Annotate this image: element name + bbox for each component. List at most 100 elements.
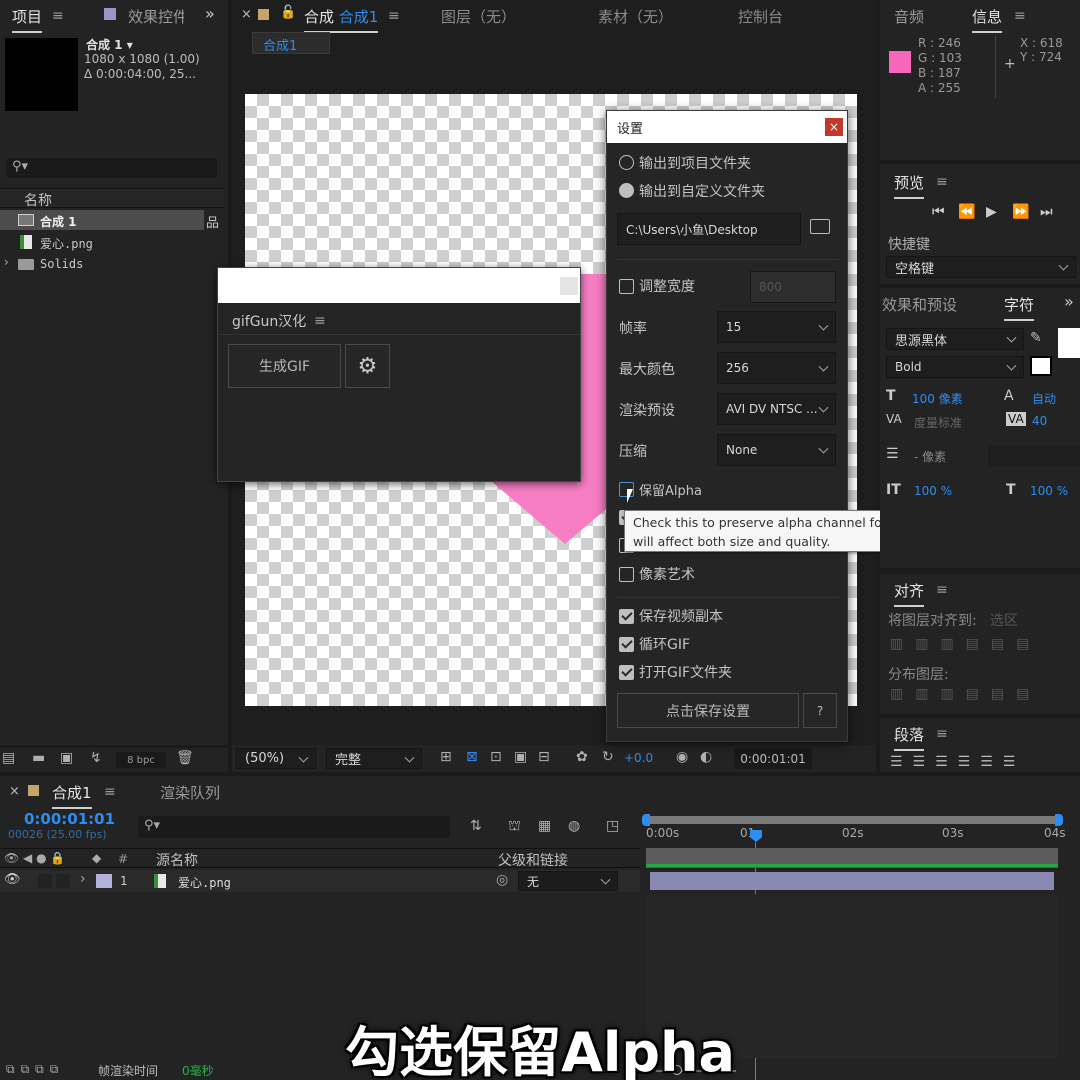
loop-gif-checkbox[interactable]: [619, 637, 634, 652]
quality-select[interactable]: 完整: [326, 748, 422, 769]
zoom-select[interactable]: (50%): [236, 748, 316, 769]
leading-value[interactable]: 自动: [1032, 390, 1056, 407]
horizontal-scale-value[interactable]: 100 %: [1030, 484, 1068, 498]
exposure-value[interactable]: +0.0: [624, 751, 653, 765]
work-area-bar[interactable]: [646, 816, 1058, 824]
flowchart-icon[interactable]: 品: [206, 212, 219, 231]
snapshot-icon[interactable]: ◐: [700, 749, 712, 765]
timeline-search[interactable]: ⚲▾: [138, 816, 450, 838]
timeline-timecode[interactable]: 0:00:01:01: [24, 810, 115, 828]
new-folder-icon[interactable]: ▬: [32, 750, 45, 766]
radio-custom-folder[interactable]: [619, 183, 634, 198]
pixel-art-checkbox[interactable]: [619, 567, 634, 582]
tab-character[interactable]: 字符: [1004, 294, 1035, 321]
fill-color-swatch[interactable]: [1058, 328, 1080, 358]
help-button[interactable]: ?: [803, 693, 837, 728]
close-icon[interactable]: ×: [241, 7, 252, 22]
align-to-value[interactable]: 选区: [990, 610, 1018, 630]
resize-checkbox[interactable]: [619, 279, 634, 294]
mask-icon[interactable]: ⊡: [490, 749, 502, 765]
last-frame-icon[interactable]: ⏭: [1040, 204, 1053, 220]
comp-breadcrumb[interactable]: 合成1: [252, 32, 330, 54]
tab-console[interactable]: 控制台: [738, 6, 783, 27]
radio-project-folder[interactable]: [619, 155, 634, 170]
camera-icon[interactable]: ◉: [676, 749, 688, 765]
max-colors-select[interactable]: 256: [717, 352, 836, 384]
interpret-footage-icon[interactable]: ▤: [2, 750, 15, 766]
menu-icon[interactable]: ≡: [936, 174, 948, 190]
comp-flowchart-icon[interactable]: ⇅: [470, 818, 482, 834]
solo-box[interactable]: [38, 874, 52, 888]
gifgun-titlebar[interactable]: [218, 268, 580, 303]
gifgun-settings-button[interactable]: ⚙: [345, 344, 390, 388]
new-comp-icon[interactable]: ▣: [60, 750, 73, 766]
save-settings-button[interactable]: 点击保存设置: [617, 693, 799, 728]
vertical-scale-value[interactable]: 100 %: [914, 484, 952, 498]
tab-render-queue[interactable]: 渲染队列: [160, 782, 220, 803]
project-item-folder[interactable]: › Solids: [0, 254, 224, 274]
menu-icon[interactable]: ≡: [936, 582, 948, 598]
project-item-comp[interactable]: 合成 1: [0, 210, 204, 230]
bpc-badge[interactable]: 8 bpc: [116, 752, 166, 768]
eyedropper-icon[interactable]: ✎: [1030, 330, 1042, 346]
resize-width-field[interactable]: 800: [750, 271, 836, 303]
tab-project[interactable]: 项目: [12, 6, 43, 33]
overflow-icon[interactable]: »: [205, 4, 215, 23]
trash-icon[interactable]: 🗑: [176, 750, 194, 766]
work-area-end[interactable]: [1055, 814, 1063, 826]
layer-name[interactable]: 爱心.png: [178, 874, 231, 891]
next-frame-icon[interactable]: ⏩: [1012, 204, 1029, 220]
transparency-grid-icon[interactable]: ⊠: [466, 749, 478, 765]
col-source-name[interactable]: 源名称: [156, 850, 198, 870]
grid-icon[interactable]: ⊟: [538, 749, 550, 765]
tab-effect-controls[interactable]: 效果控件: [128, 6, 184, 27]
tab-audio[interactable]: 音频: [894, 6, 924, 27]
parent-select[interactable]: 无: [518, 871, 618, 891]
menu-icon[interactable]: ≡: [314, 313, 326, 329]
layer-duration-bar[interactable]: [650, 872, 1054, 890]
compression-select[interactable]: None: [717, 434, 836, 466]
prev-frame-icon[interactable]: ⏪: [958, 204, 975, 220]
region-icon[interactable]: ⊞: [440, 749, 452, 765]
frame-blend-icon[interactable]: ▦: [538, 818, 551, 834]
distribute-icons-row[interactable]: ▥▥▥▤▤▤: [890, 686, 1041, 702]
first-frame-icon[interactable]: ⏮: [932, 204, 945, 220]
open-folder-checkbox[interactable]: [619, 665, 634, 680]
stroke-width-value[interactable]: - 像素: [914, 448, 946, 465]
expand-icon[interactable]: ›: [4, 255, 9, 269]
motion-blur-icon[interactable]: ◍: [568, 818, 580, 834]
font-size-value[interactable]: 100 像素: [912, 390, 963, 407]
project-item-image[interactable]: 爱心.png: [0, 232, 224, 252]
project-search[interactable]: ⚲▾: [6, 158, 217, 178]
expand-icon[interactable]: ›: [80, 871, 86, 887]
close-icon[interactable]: ×: [9, 784, 20, 799]
graph-editor-icon[interactable]: ◳: [606, 818, 619, 834]
font-family-select[interactable]: 思源黑体: [886, 328, 1024, 350]
tracking-value[interactable]: 40: [1032, 414, 1047, 428]
overflow-icon[interactable]: »: [1064, 292, 1074, 311]
work-area-start[interactable]: [642, 814, 650, 826]
label-color-swatch[interactable]: [96, 874, 112, 888]
comp-timecode[interactable]: 0:00:01:01: [734, 748, 812, 769]
tab-footage[interactable]: 素材（无）: [598, 6, 673, 27]
shy-icon[interactable]: ⛫: [508, 818, 521, 836]
close-icon[interactable]: [560, 277, 578, 295]
guides-icon[interactable]: ▣: [514, 749, 527, 765]
kerning-value[interactable]: 度量标准: [914, 414, 962, 431]
settings-icon[interactable]: ↯: [90, 750, 102, 766]
tab-timeline-comp[interactable]: 合成1: [52, 782, 92, 809]
close-button[interactable]: ×: [825, 118, 843, 136]
render-preset-select[interactable]: AVI DV NTSC ...: [717, 393, 836, 425]
col-parent[interactable]: 父级和链接: [498, 850, 568, 870]
time-ruler[interactable]: 0:00s 01s 02s 03s 04s: [646, 826, 1066, 846]
fps-select[interactable]: 15: [717, 311, 836, 343]
tab-layer[interactable]: 图层（无）: [441, 6, 516, 27]
folder-browse-icon[interactable]: [810, 219, 830, 234]
menu-icon[interactable]: ≡: [1014, 8, 1026, 24]
lock-icon[interactable]: 🔓: [280, 5, 296, 20]
tab-composition[interactable]: 合成 合成1: [304, 6, 379, 33]
visibility-eye-icon[interactable]: 👁: [4, 872, 21, 887]
font-style-select[interactable]: Bold: [886, 356, 1024, 378]
tab-effects-presets[interactable]: 效果和预设: [882, 294, 957, 315]
output-path-field[interactable]: C:\Users\小鱼\Desktop: [617, 213, 801, 245]
